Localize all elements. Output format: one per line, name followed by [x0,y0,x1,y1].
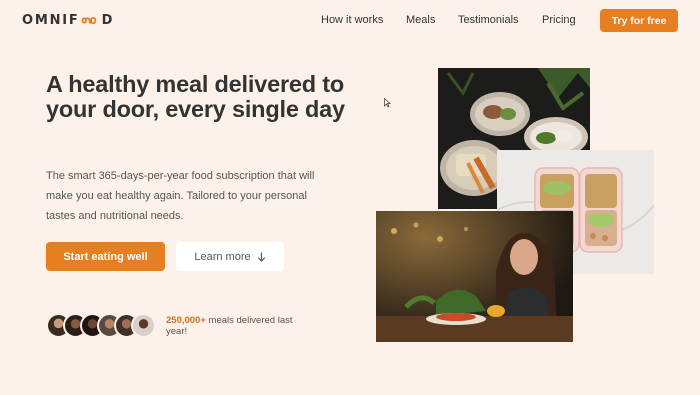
meals-delivered-count: 250,000+ [166,315,206,326]
omnifood-logo[interactable]: OMNIF D [22,13,114,28]
hero-image-woman-eating [376,211,573,342]
logo-text-left: OMNIF [22,13,80,28]
hero-headline: A healthy meal delivered to your door, e… [46,71,345,122]
hero-description: The smart 365-days-per-year food subscri… [46,170,315,222]
meals-delivered-text: 250,000+ meals delivered last year! [166,315,316,337]
avatar [131,313,156,338]
learn-more-label: Learn more [194,250,251,263]
nav-testimonials[interactable]: Testimonials [458,14,519,26]
nav-how-it-works[interactable]: How it works [321,14,383,26]
arrow-down-icon [257,251,265,262]
nav-meals[interactable]: Meals [406,14,435,26]
mouse-cursor-icon [384,98,391,108]
infinity-logo-icon [81,16,96,25]
try-for-free-button[interactable]: Try for free [600,9,678,32]
logo-text-right: D [101,13,115,28]
start-eating-well-button[interactable]: Start eating well [46,242,165,271]
learn-more-button[interactable]: Learn more [176,242,284,271]
nav-pricing[interactable]: Pricing [542,14,576,26]
site-header: OMNIF D How it works Meals Testimonials … [0,0,700,42]
